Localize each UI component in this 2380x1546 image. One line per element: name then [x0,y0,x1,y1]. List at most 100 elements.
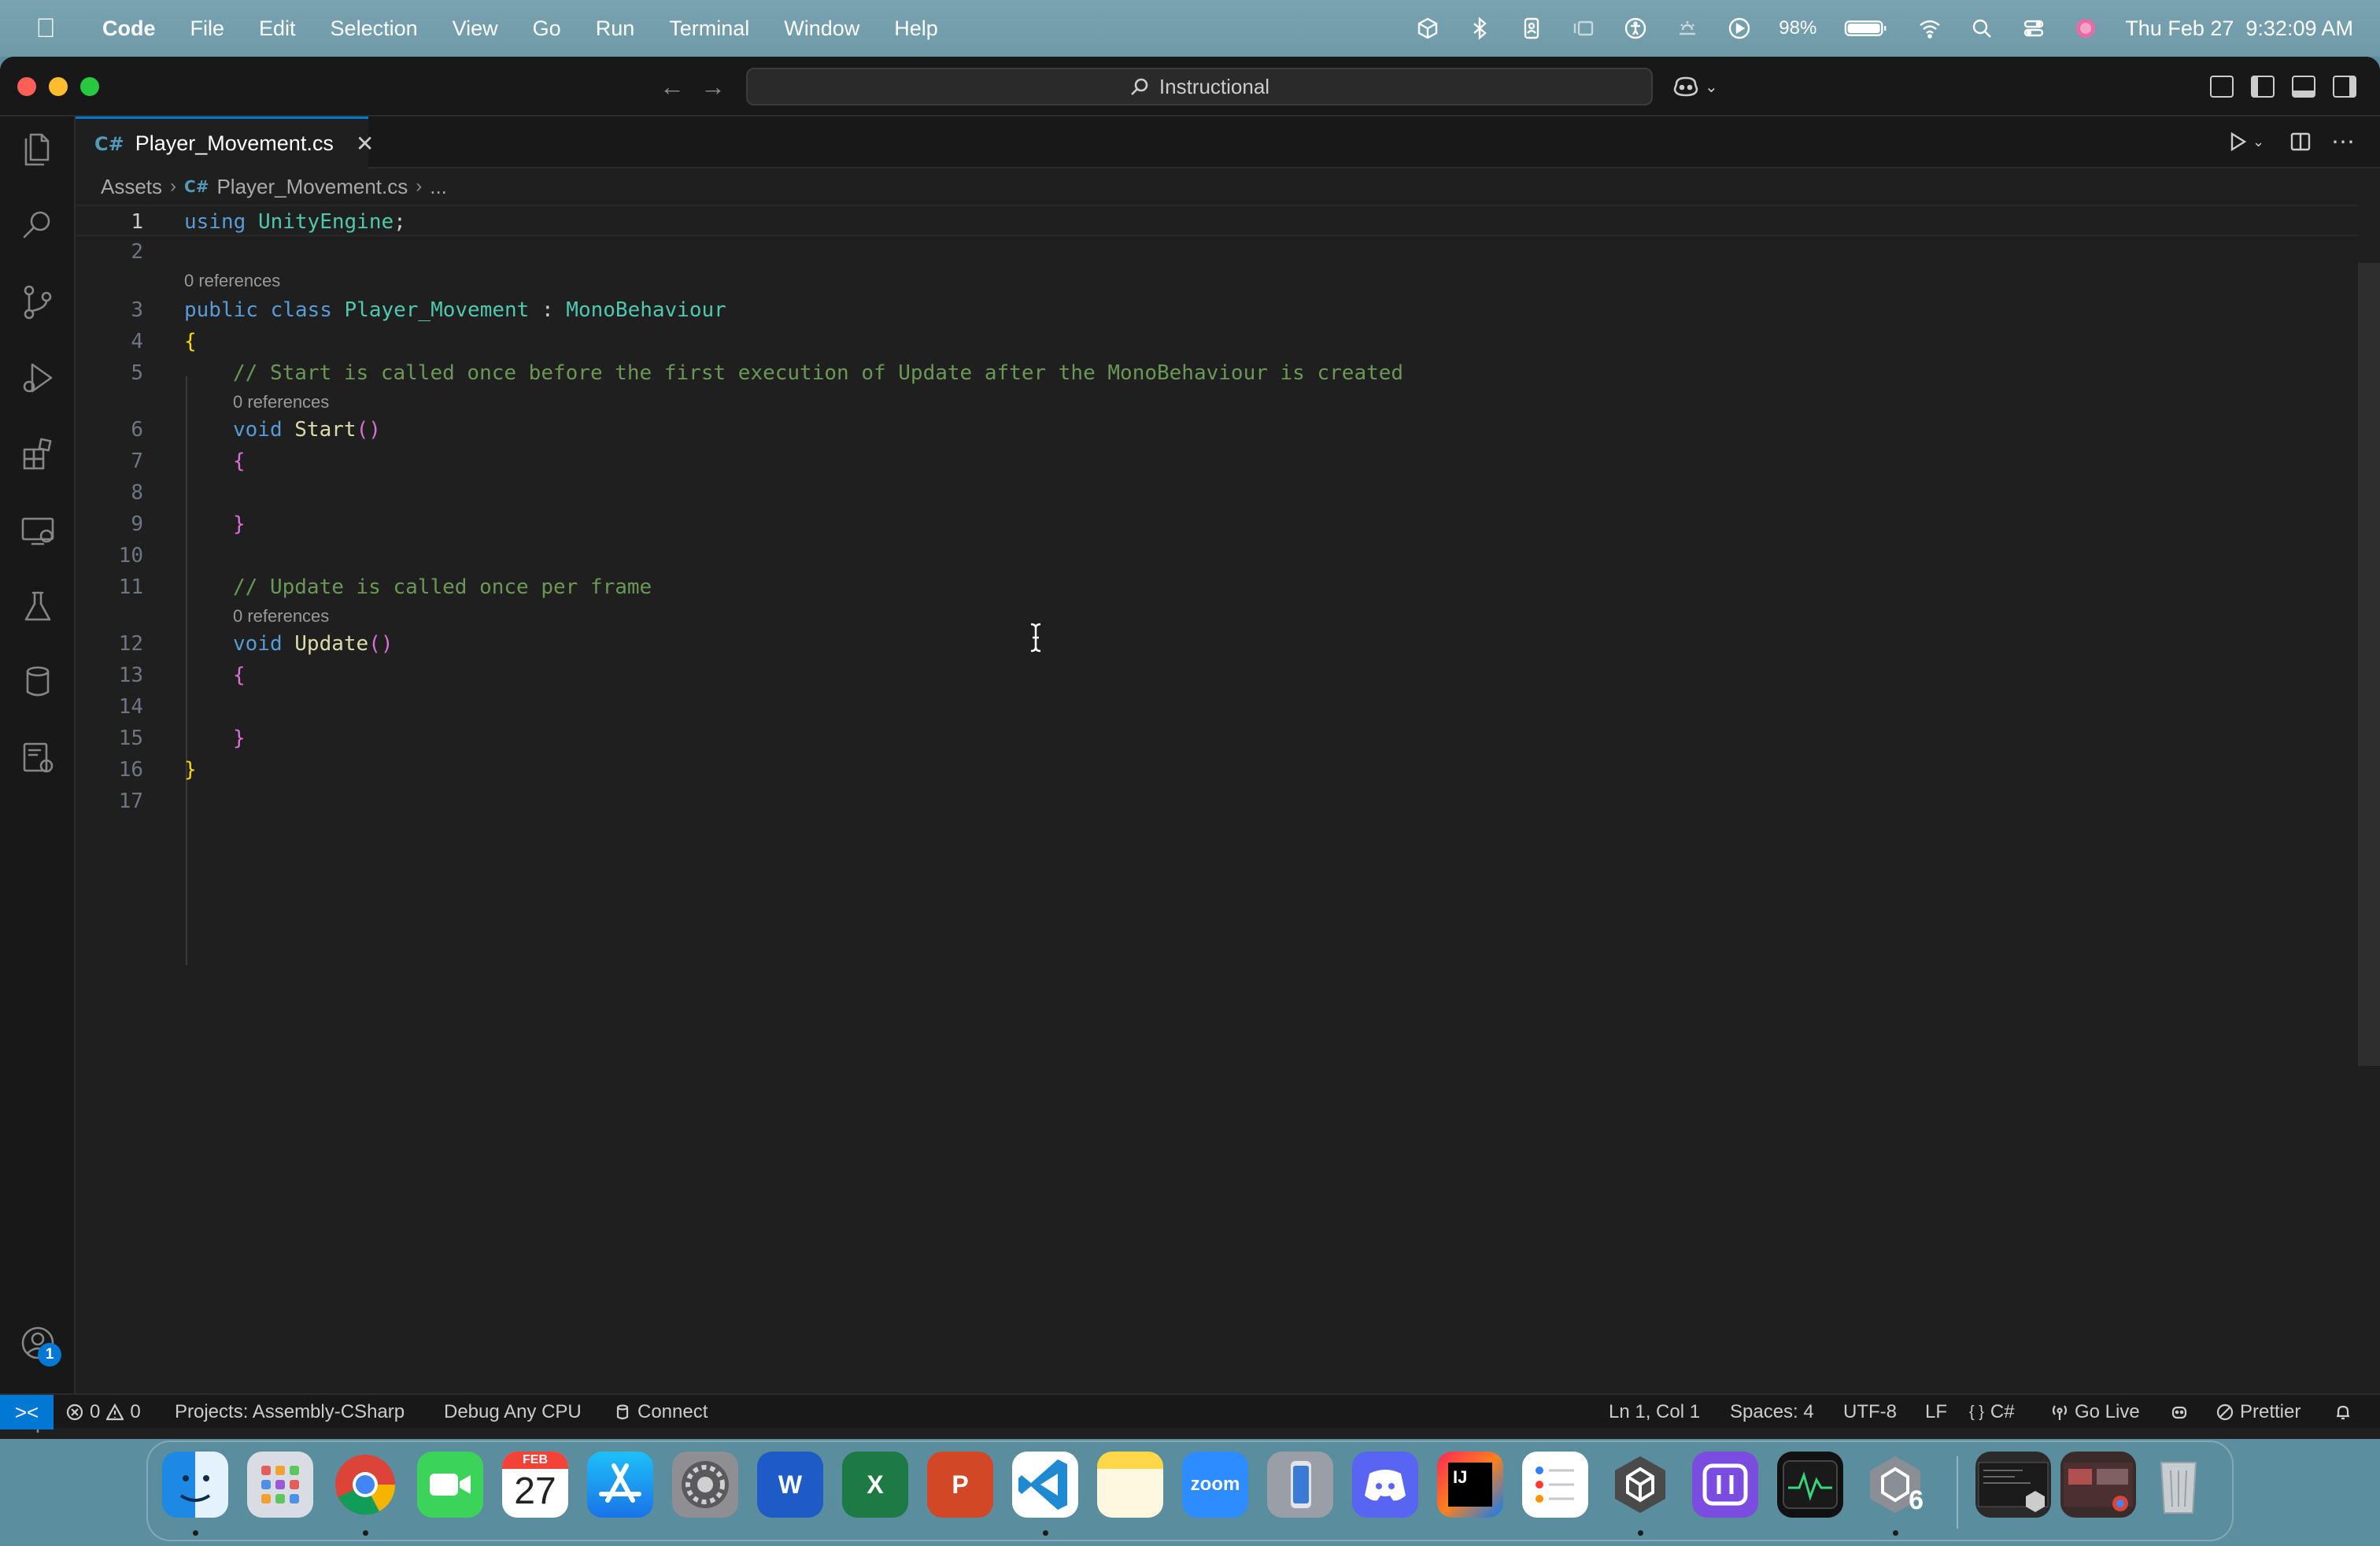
now-playing-icon[interactable] [1727,16,1752,41]
launchpad-icon[interactable] [247,1452,313,1518]
testing-icon[interactable] [17,586,58,627]
indentation-status[interactable]: Spaces: 4 [1730,1395,1814,1429]
toggle-primary-sidebar-icon[interactable] [2251,76,2275,98]
database-icon[interactable] [17,661,58,702]
menu-run[interactable]: Run [578,17,652,41]
breadcrumb-folder[interactable]: Assets [101,175,162,199]
facetime-icon[interactable] [417,1452,483,1518]
breadcrumb-file[interactable]: Player_Movement.cs [216,175,408,199]
menu-help[interactable]: Help [877,17,955,41]
intellij-idea-icon[interactable]: IJ [1437,1452,1503,1518]
cursor-position-status[interactable]: Ln 1, Col 1 [1609,1395,1700,1429]
code-line[interactable]: 14 [76,691,2358,723]
unity-hub-icon[interactable] [1415,16,1440,41]
code-line[interactable]: 11 // Update is called once per frame [76,571,2358,603]
powerpoint-icon[interactable]: P [927,1452,993,1518]
calendar-icon[interactable]: FEB 27 [502,1452,568,1518]
minimize-window-button[interactable] [49,77,68,96]
solution-explorer-icon[interactable] [17,737,58,778]
debug-config-status[interactable]: Debug Any CPU [444,1395,582,1429]
menu-app-name[interactable]: Code [85,17,173,41]
customize-layout-icon[interactable] [2210,76,2234,98]
language-mode-status[interactable]: { } C# [1969,1395,2015,1429]
codelens-references[interactable]: 0 references [184,268,280,294]
unity-hub-icon[interactable] [1607,1452,1673,1518]
remote-explorer-icon[interactable] [17,510,58,551]
code-line[interactable]: 4 { [76,326,2358,357]
word-icon[interactable]: W [757,1452,823,1518]
code-line[interactable]: 8 [76,477,2358,509]
minimized-browser-thumbnail[interactable] [2060,1452,2136,1518]
copilot-menu-button[interactable]: ⌄ [1672,71,1718,102]
discord-icon[interactable] [1352,1452,1418,1518]
go-live-status[interactable]: Go Live [2051,1395,2140,1429]
code-line[interactable]: 12 void Update() [76,628,2358,660]
code-line[interactable]: 16 } [76,754,2358,786]
apple-menu-icon[interactable]:  [30,13,61,44]
problems-indicator[interactable]: 0 0 [66,1395,141,1429]
contacts-icon[interactable] [1519,16,1544,41]
finder-icon[interactable] [162,1452,228,1518]
forward-arrow-icon[interactable]: → [699,72,727,101]
notes-icon[interactable] [1097,1452,1163,1518]
menu-window[interactable]: Window [767,17,877,41]
code-line[interactable]: 10 [76,540,2358,571]
app-store-icon[interactable] [587,1452,653,1518]
menu-terminal[interactable]: Terminal [652,17,767,41]
search-icon[interactable] [17,205,58,246]
remote-indicator-icon[interactable]: >< [0,1395,54,1429]
trash-icon[interactable] [2145,1452,2212,1518]
chrome-icon[interactable] [332,1452,398,1518]
back-arrow-icon[interactable]: ← [658,72,686,101]
editor-scrollbar[interactable] [2358,263,2380,1066]
vscode-icon[interactable] [1012,1452,1078,1518]
code-line[interactable]: 13 { [76,660,2358,691]
breadcrumb-symbols[interactable]: ... [430,175,447,199]
night-shift-icon[interactable] [1675,16,1700,41]
menu-selection[interactable]: Selection [313,17,435,41]
code-line[interactable]: 7 { [76,446,2358,477]
tab-player-movement[interactable]: C# Player_Movement.cs ✕ [76,117,374,168]
run-and-debug-icon[interactable] [17,357,58,398]
run-options-chevron-icon[interactable]: ⌄ [2252,128,2264,156]
toggle-secondary-sidebar-icon[interactable] [2333,76,2356,98]
toggle-panel-icon[interactable] [2292,76,2315,98]
code-line[interactable]: 5 // Start is called once before the fir… [76,357,2358,389]
code-line[interactable]: 15 } [76,723,2358,754]
code-line[interactable]: 17 [76,786,2358,817]
bluetooth-icon[interactable] [1467,16,1492,41]
run-code-icon[interactable] [2226,128,2249,156]
iphone-mirroring-icon[interactable] [1267,1452,1333,1518]
menu-edit[interactable]: Edit [242,17,313,41]
close-window-button[interactable] [17,77,36,96]
visual-studio-mac-icon[interactable] [1692,1452,1758,1518]
code-line[interactable]: 1 using UnityEngine; [76,205,2358,236]
codelens-references[interactable]: 0 references [233,389,329,416]
prettier-status[interactable]: Prettier [2216,1395,2301,1429]
stage-manager-icon[interactable] [1571,16,1596,41]
siri-icon[interactable] [2073,16,2098,41]
code-line[interactable]: 9 } [76,509,2358,540]
control-center-icon[interactable] [2021,16,2046,41]
more-actions-icon[interactable]: ⋯ [2331,128,2355,156]
extensions-icon[interactable] [17,435,58,475]
menu-bar-clock[interactable]: Thu Feb 27 9:32:09 AM [2125,17,2353,41]
activity-monitor-icon[interactable] [1777,1452,1843,1518]
projects-status[interactable]: Projects: Assembly-CSharp [175,1395,405,1429]
spotlight-icon[interactable] [1969,16,1994,41]
menu-view[interactable]: View [435,17,516,41]
encoding-status[interactable]: UTF-8 [1843,1395,1897,1429]
copilot-status-icon[interactable] [2171,1395,2188,1429]
battery-icon[interactable] [1843,16,1890,41]
connect-status[interactable]: Connect [614,1395,708,1429]
close-tab-icon[interactable]: ✕ [356,131,374,157]
zoom-icon[interactable]: zoom [1182,1452,1248,1518]
code-line[interactable]: 3 public class Player_Movement : MonoBeh… [76,294,2358,326]
command-center-search[interactable]: Instructional [746,68,1653,105]
code-editor[interactable]: 1 using UnityEngine; 2 0 references 3 pu… [76,205,2358,1393]
code-line[interactable]: 6 void Start() [76,414,2358,446]
code-line[interactable]: 2 [76,236,2358,268]
system-settings-icon[interactable] [672,1452,738,1518]
accessibility-icon[interactable] [1623,16,1648,41]
explorer-icon[interactable] [17,128,58,168]
